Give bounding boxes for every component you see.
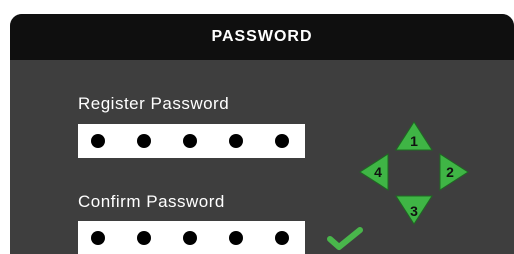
arrow-down-icon[interactable]: 3 [395, 195, 433, 225]
arrow-left-icon[interactable]: 4 [359, 153, 389, 191]
masked-digit [183, 134, 197, 148]
direction-pad: 1 2 3 4 [358, 120, 470, 228]
masked-digit [91, 231, 105, 245]
arrow-up-icon[interactable]: 1 [395, 121, 433, 151]
register-password-field[interactable] [78, 124, 305, 158]
arrow-up-label: 1 [410, 133, 418, 149]
masked-digit [183, 231, 197, 245]
confirm-password-field[interactable] [78, 221, 305, 254]
dialog-title: PASSWORD [211, 28, 313, 45]
arrow-left-label: 4 [374, 164, 382, 180]
masked-digit [275, 231, 289, 245]
masked-digit [229, 231, 243, 245]
masked-digit [91, 134, 105, 148]
arrow-right-icon[interactable]: 2 [439, 153, 469, 191]
masked-digit [229, 134, 243, 148]
arrow-right-label: 2 [446, 164, 454, 180]
checkmark-icon [327, 227, 363, 250]
register-password-label: Register Password [78, 94, 230, 113]
password-dialog: PASSWORD Register Password Confirm Passw… [10, 14, 514, 254]
masked-digit [137, 134, 151, 148]
arrow-down-label: 3 [410, 203, 418, 219]
dialog-titlebar: PASSWORD [10, 14, 514, 60]
confirm-password-label: Confirm Password [78, 192, 225, 211]
masked-digit [137, 231, 151, 245]
masked-digit [275, 134, 289, 148]
